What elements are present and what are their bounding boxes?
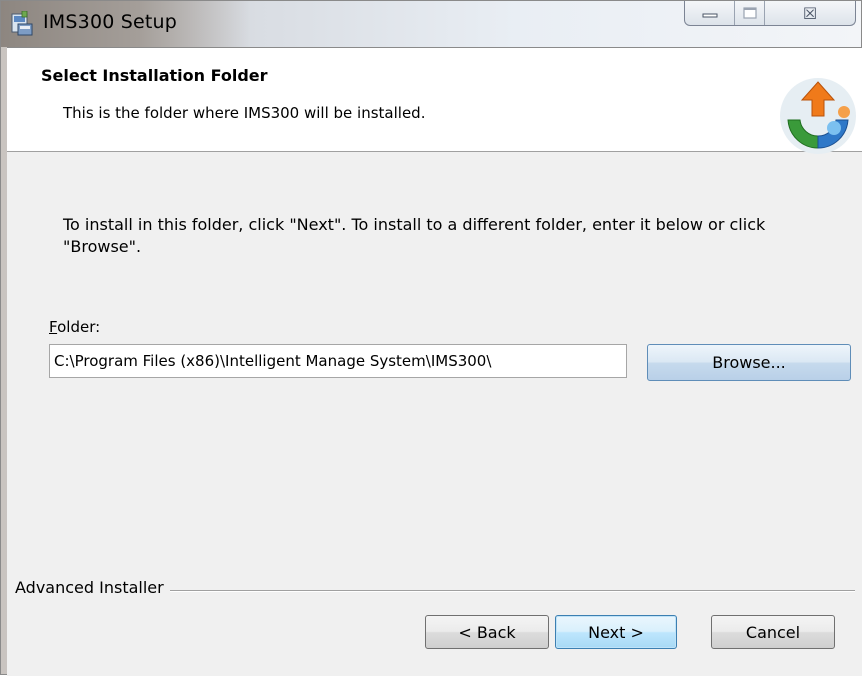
footer-brand: Advanced Installer [15,578,170,597]
folder-path-input[interactable] [49,344,627,378]
close-button[interactable]: ☒ [765,1,855,25]
installer-icon [10,10,34,37]
browse-button[interactable]: Browse... [647,344,851,381]
advanced-installer-logo [774,76,862,154]
title-bar[interactable]: IMS300 Setup ☒ [1,1,862,47]
window-title: IMS300 Setup [43,11,178,33]
cancel-button[interactable]: Cancel [711,615,835,649]
folder-label-mnemonic: F [49,318,58,336]
folder-label-text: older: [57,318,101,336]
installer-window: IMS300 Setup ☒ Select Installation Folde… [0,0,862,676]
page-subtitle: This is the folder where IMS300 will be … [63,104,426,122]
folder-label: Folder: [49,318,100,336]
maximize-icon [742,4,757,23]
dialog-client-area: Select Installation Folder This is the f… [7,47,862,676]
minimize-icon [702,4,718,23]
close-icon: ☒ [802,3,818,23]
instruction-text: To install in this folder, click "Next".… [63,215,766,256]
maximize-button[interactable] [735,1,765,25]
next-button[interactable]: Next > [555,615,677,649]
page-title: Select Installation Folder [41,66,268,85]
minimize-button[interactable] [685,1,735,25]
dialog-header: Select Installation Folder This is the f… [7,48,862,154]
caption-buttons: ☒ [684,1,856,26]
back-button[interactable]: < Back [425,615,549,649]
